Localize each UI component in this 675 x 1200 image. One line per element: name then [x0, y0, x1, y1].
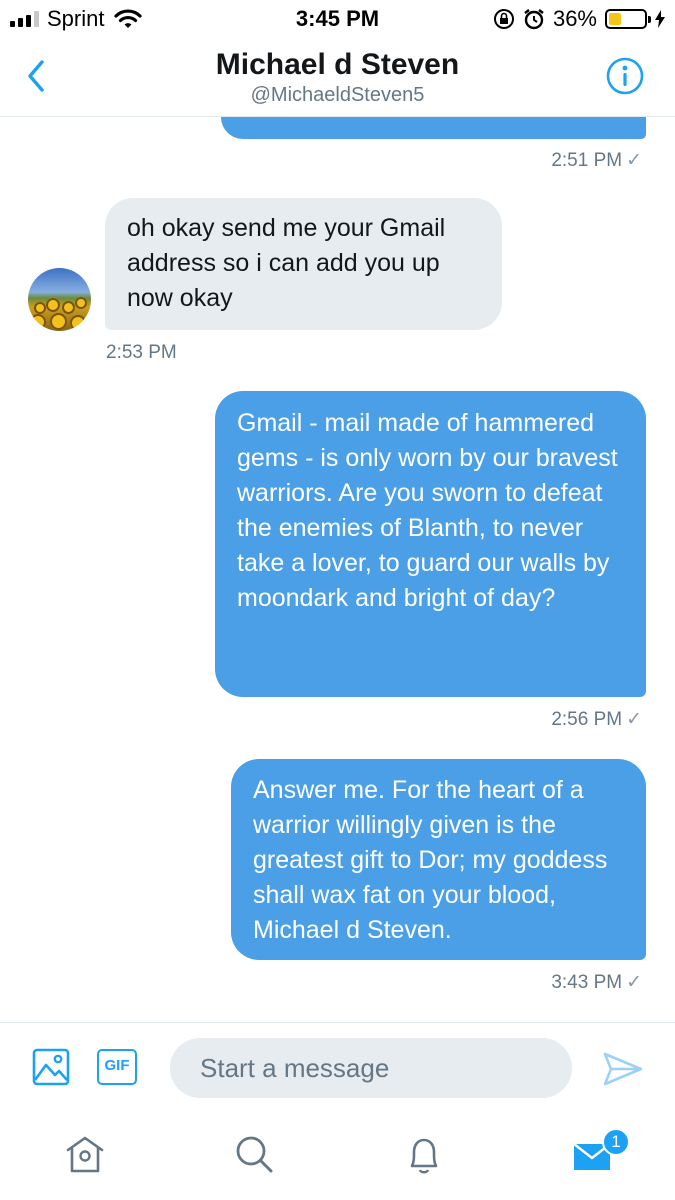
message-bubble-incoming[interactable]: oh okay send me your Gmail address so i …	[105, 198, 502, 330]
read-check-icon: ✓	[626, 709, 642, 730]
read-check-icon: ✓	[626, 150, 642, 171]
battery-icon	[605, 9, 651, 29]
conversation-title[interactable]: Michael d Steven	[0, 48, 675, 82]
messages-badge: 1	[602, 1128, 630, 1156]
image-icon[interactable]	[32, 1048, 70, 1086]
search-icon[interactable]	[234, 1134, 274, 1174]
message-composer: GIF	[0, 1022, 675, 1113]
message-timestamp: 3:43 PM ✓	[551, 972, 642, 993]
charging-bolt-icon	[655, 10, 665, 28]
tab-bar	[0, 1112, 675, 1200]
conversation-handle[interactable]: @MichaeldSteven5	[0, 84, 675, 107]
send-icon[interactable]	[603, 1051, 643, 1087]
conversation-header: Michael d Steven @MichaeldSteven5	[0, 40, 675, 117]
message-timestamp: 2:51 PM ✓	[551, 150, 642, 171]
message-bubble-outgoing[interactable]: Answer me. For the heart of a warrior wi…	[231, 759, 646, 960]
message-timestamp: 2:53 PM	[106, 342, 177, 363]
notifications-icon[interactable]	[404, 1134, 444, 1176]
alarm-icon	[524, 9, 544, 30]
info-icon[interactable]	[605, 56, 645, 96]
message-bubble-outgoing[interactable]: Gmail - mail made of hammered gems - is …	[215, 391, 646, 697]
status-bar: Sprint 3:45 PM 36%	[0, 0, 675, 40]
gif-icon[interactable]: GIF	[97, 1049, 137, 1085]
orientation-lock-icon	[493, 9, 514, 29]
home-icon[interactable]	[64, 1134, 106, 1174]
message-bubble-outgoing[interactable]	[221, 117, 646, 139]
message-timestamp: 2:56 PM ✓	[551, 709, 642, 730]
avatar[interactable]	[28, 268, 91, 331]
battery-percent: 36%	[552, 6, 597, 31]
message-input[interactable]	[170, 1038, 572, 1098]
read-check-icon: ✓	[626, 972, 642, 993]
status-right: 36%	[493, 6, 665, 32]
